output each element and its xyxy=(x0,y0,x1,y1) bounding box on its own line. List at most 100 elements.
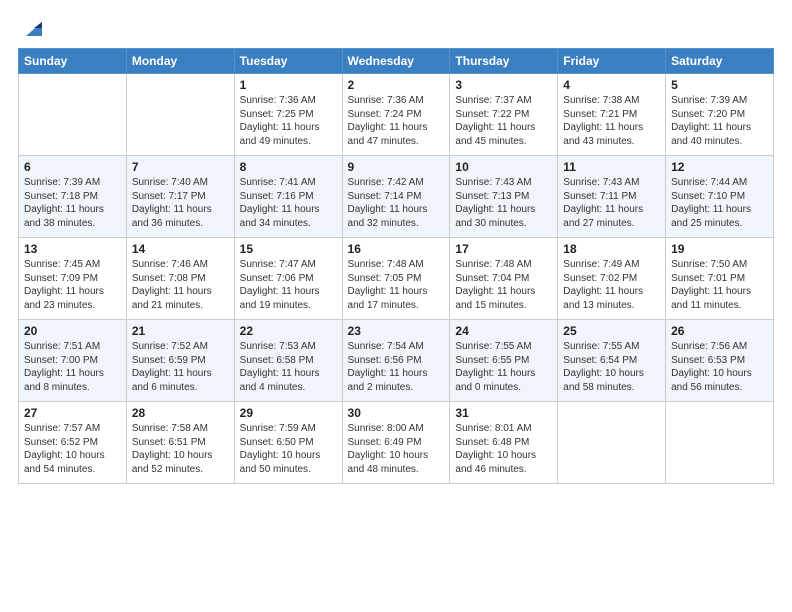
calendar-week-row: 27Sunrise: 7:57 AMSunset: 6:52 PMDayligh… xyxy=(19,402,774,484)
day-number: 10 xyxy=(455,160,552,174)
day-info: Sunrise: 7:42 AMSunset: 7:14 PMDaylight:… xyxy=(348,176,445,230)
day-info: Sunrise: 7:36 AMSunset: 7:24 PMDaylight:… xyxy=(348,94,445,148)
day-info: Sunrise: 7:55 AMSunset: 6:55 PMDaylight:… xyxy=(455,340,552,394)
calendar-cell: 20 Sunrise: 7:51 AMSunset: 7:00 PMDayligh… xyxy=(19,320,127,402)
calendar-week-row: 6Sunrise: 7:39 AMSunset: 7:18 PMDaylight… xyxy=(19,156,774,238)
day-number: 2 xyxy=(348,78,445,92)
calendar-cell xyxy=(19,74,127,156)
calendar-cell: 4 Sunrise: 7:38 AMSunset: 7:21 PMDaylight… xyxy=(558,74,666,156)
day-number: 3 xyxy=(455,78,552,92)
calendar-cell: 17Sunrise: 7:48 AMSunset: 7:04 PMDayligh… xyxy=(450,238,558,320)
calendar-week-row: 20 Sunrise: 7:51 AMSunset: 7:00 PMDayligh… xyxy=(19,320,774,402)
day-info: Sunrise: 7:58 AMSunset: 6:51 PMDaylight:… xyxy=(132,422,229,476)
calendar-cell: 11 Sunrise: 7:43 AMSunset: 7:11 PMDayligh… xyxy=(558,156,666,238)
day-number: 7 xyxy=(132,160,229,174)
day-info: Sunrise: 7:43 AMSunset: 7:13 PMDaylight:… xyxy=(455,176,552,230)
day-info: Sunrise: 7:44 AMSunset: 7:10 PMDaylight:… xyxy=(671,176,768,230)
day-number: 19 xyxy=(671,242,768,256)
day-info: Sunrise: 7:57 AMSunset: 6:52 PMDaylight:… xyxy=(24,422,121,476)
day-info: Sunrise: 7:46 AMSunset: 7:08 PMDaylight:… xyxy=(132,258,229,312)
day-info: Sunrise: 7:41 AMSunset: 7:16 PMDaylight:… xyxy=(240,176,337,230)
day-number: 5 xyxy=(671,78,768,92)
day-info: Sunrise: 7:50 AMSunset: 7:01 PMDaylight:… xyxy=(671,258,768,312)
calendar-cell: 5Sunrise: 7:39 AMSunset: 7:20 PMDaylight… xyxy=(666,74,774,156)
day-number: 28 xyxy=(132,406,229,420)
day-info: Sunrise: 7:56 AMSunset: 6:53 PMDaylight:… xyxy=(671,340,768,394)
day-number: 24 xyxy=(455,324,552,338)
day-of-week-header: Wednesday xyxy=(342,49,450,74)
day-number: 16 xyxy=(348,242,445,256)
calendar-cell: 15Sunrise: 7:47 AMSunset: 7:06 PMDayligh… xyxy=(234,238,342,320)
calendar-cell: 9 Sunrise: 7:42 AMSunset: 7:14 PMDaylight… xyxy=(342,156,450,238)
logo-icon xyxy=(20,14,48,42)
day-number: 26 xyxy=(671,324,768,338)
calendar-cell: 7 Sunrise: 7:40 AMSunset: 7:17 PMDaylight… xyxy=(126,156,234,238)
day-info: Sunrise: 7:48 AMSunset: 7:05 PMDaylight:… xyxy=(348,258,445,312)
calendar-header-row: SundayMondayTuesdayWednesdayThursdayFrid… xyxy=(19,49,774,74)
header xyxy=(18,10,774,42)
calendar-cell: 8 Sunrise: 7:41 AMSunset: 7:16 PMDaylight… xyxy=(234,156,342,238)
calendar-cell: 24 Sunrise: 7:55 AMSunset: 6:55 PMDayligh… xyxy=(450,320,558,402)
page: SundayMondayTuesdayWednesdayThursdayFrid… xyxy=(0,0,792,494)
day-info: Sunrise: 7:55 AMSunset: 6:54 PMDaylight:… xyxy=(563,340,660,394)
day-info: Sunrise: 7:54 AMSunset: 6:56 PMDaylight:… xyxy=(348,340,445,394)
day-info: Sunrise: 8:01 AMSunset: 6:48 PMDaylight:… xyxy=(455,422,552,476)
calendar-cell: 10 Sunrise: 7:43 AMSunset: 7:13 PMDayligh… xyxy=(450,156,558,238)
calendar-cell: 30 Sunrise: 8:00 AMSunset: 6:49 PMDayligh… xyxy=(342,402,450,484)
calendar-cell: 2 Sunrise: 7:36 AMSunset: 7:24 PMDaylight… xyxy=(342,74,450,156)
calendar-cell: 13Sunrise: 7:45 AMSunset: 7:09 PMDayligh… xyxy=(19,238,127,320)
calendar-cell: 22 Sunrise: 7:53 AMSunset: 6:58 PMDayligh… xyxy=(234,320,342,402)
day-number: 1 xyxy=(240,78,337,92)
day-info: Sunrise: 7:47 AMSunset: 7:06 PMDaylight:… xyxy=(240,258,337,312)
day-info: Sunrise: 7:37 AMSunset: 7:22 PMDaylight:… xyxy=(455,94,552,148)
day-info: Sunrise: 7:53 AMSunset: 6:58 PMDaylight:… xyxy=(240,340,337,394)
day-number: 23 xyxy=(348,324,445,338)
calendar-cell: 31 Sunrise: 8:01 AMSunset: 6:48 PMDayligh… xyxy=(450,402,558,484)
calendar-cell: 16 Sunrise: 7:48 AMSunset: 7:05 PMDayligh… xyxy=(342,238,450,320)
day-info: Sunrise: 7:36 AMSunset: 7:25 PMDaylight:… xyxy=(240,94,337,148)
day-number: 14 xyxy=(132,242,229,256)
day-number: 22 xyxy=(240,324,337,338)
day-info: Sunrise: 8:00 AMSunset: 6:49 PMDaylight:… xyxy=(348,422,445,476)
day-number: 31 xyxy=(455,406,552,420)
day-of-week-header: Monday xyxy=(126,49,234,74)
calendar-cell xyxy=(126,74,234,156)
day-number: 25 xyxy=(563,324,660,338)
calendar-cell: 23 Sunrise: 7:54 AMSunset: 6:56 PMDayligh… xyxy=(342,320,450,402)
calendar-cell: 1 Sunrise: 7:36 AMSunset: 7:25 PMDaylight… xyxy=(234,74,342,156)
calendar-cell: 18 Sunrise: 7:49 AMSunset: 7:02 PMDayligh… xyxy=(558,238,666,320)
day-number: 4 xyxy=(563,78,660,92)
day-number: 9 xyxy=(348,160,445,174)
calendar-cell: 12 Sunrise: 7:44 AMSunset: 7:10 PMDayligh… xyxy=(666,156,774,238)
day-info: Sunrise: 7:43 AMSunset: 7:11 PMDaylight:… xyxy=(563,176,660,230)
day-info: Sunrise: 7:45 AMSunset: 7:09 PMDaylight:… xyxy=(24,258,121,312)
day-info: Sunrise: 7:40 AMSunset: 7:17 PMDaylight:… xyxy=(132,176,229,230)
day-info: Sunrise: 7:38 AMSunset: 7:21 PMDaylight:… xyxy=(563,94,660,148)
day-of-week-header: Tuesday xyxy=(234,49,342,74)
day-of-week-header: Thursday xyxy=(450,49,558,74)
calendar-table: SundayMondayTuesdayWednesdayThursdayFrid… xyxy=(18,48,774,484)
day-of-week-header: Saturday xyxy=(666,49,774,74)
calendar-cell: 25 Sunrise: 7:55 AMSunset: 6:54 PMDayligh… xyxy=(558,320,666,402)
day-number: 29 xyxy=(240,406,337,420)
calendar-cell: 27Sunrise: 7:57 AMSunset: 6:52 PMDayligh… xyxy=(19,402,127,484)
day-info: Sunrise: 7:49 AMSunset: 7:02 PMDaylight:… xyxy=(563,258,660,312)
calendar-week-row: 1 Sunrise: 7:36 AMSunset: 7:25 PMDaylight… xyxy=(19,74,774,156)
day-of-week-header: Sunday xyxy=(19,49,127,74)
calendar-cell: 21Sunrise: 7:52 AMSunset: 6:59 PMDayligh… xyxy=(126,320,234,402)
day-number: 8 xyxy=(240,160,337,174)
day-number: 20 xyxy=(24,324,121,338)
day-number: 18 xyxy=(563,242,660,256)
day-number: 12 xyxy=(671,160,768,174)
day-info: Sunrise: 7:59 AMSunset: 6:50 PMDaylight:… xyxy=(240,422,337,476)
day-number: 30 xyxy=(348,406,445,420)
day-info: Sunrise: 7:51 AMSunset: 7:00 PMDaylight:… xyxy=(24,340,121,394)
calendar-cell: 19 Sunrise: 7:50 AMSunset: 7:01 PMDayligh… xyxy=(666,238,774,320)
calendar-cell: 26 Sunrise: 7:56 AMSunset: 6:53 PMDayligh… xyxy=(666,320,774,402)
calendar-week-row: 13Sunrise: 7:45 AMSunset: 7:09 PMDayligh… xyxy=(19,238,774,320)
calendar-cell xyxy=(666,402,774,484)
calendar-cell: 14 Sunrise: 7:46 AMSunset: 7:08 PMDayligh… xyxy=(126,238,234,320)
day-number: 11 xyxy=(563,160,660,174)
logo xyxy=(18,14,48,42)
day-number: 21 xyxy=(132,324,229,338)
